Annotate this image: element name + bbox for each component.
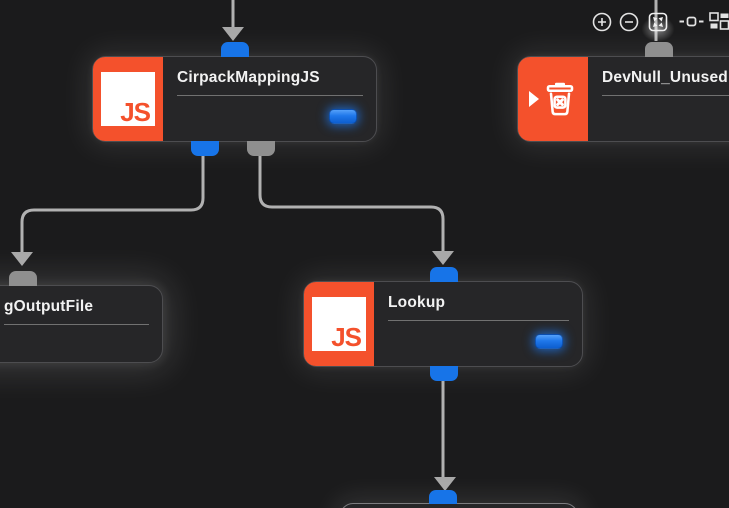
input-port[interactable] [645,42,673,57]
node-output-file[interactable]: gOutputFile [0,271,163,363]
zoom-to-fit-button[interactable] [644,8,671,35]
js-logo-text: JS [331,322,362,352]
layout-grid-button[interactable] [705,8,729,35]
pipeline-canvas[interactable]: JS CirpackMappingJS DevNull_UnusedE gOut… [0,0,729,508]
output-port-secondary[interactable] [247,141,275,156]
zoom-out-button[interactable] [615,8,642,35]
js-logo-icon: JS [101,72,155,126]
output-port[interactable] [191,141,219,156]
javascript-transform-icon: JS [304,282,374,366]
node-title: Lookup [388,294,569,321]
play-arrow-icon [528,91,539,107]
zoom-in-button[interactable] [588,8,615,35]
node-partial-bottom[interactable] [340,490,578,508]
layout-grid-icon [708,12,729,30]
zoom-100-button[interactable] [677,8,704,35]
input-port[interactable] [221,42,249,57]
output-port[interactable] [430,366,458,381]
node-title: CirpackMappingJS [177,69,363,96]
trash-delete-icon [546,82,573,116]
devnull-transform-icon [518,57,588,141]
node-devnull-unused[interactable]: DevNull_UnusedE [517,42,729,142]
node-title: DevNull_UnusedE [602,69,729,96]
js-logo-icon: JS [312,297,366,351]
node-cirpack-mapping-js[interactable]: JS CirpackMappingJS [92,42,377,156]
input-port[interactable] [429,490,457,504]
input-port[interactable] [430,267,458,282]
node-lookup[interactable]: JS Lookup [303,267,583,381]
javascript-transform-icon: JS [93,57,163,141]
input-port[interactable] [9,271,37,286]
node-title: gOutputFile [4,298,149,325]
data-indicator[interactable] [329,109,357,124]
zoom-in-icon [592,12,611,31]
js-logo-text: JS [120,97,151,127]
zoom-100-icon [679,16,703,26]
zoom-to-fit-icon [648,12,667,31]
data-indicator[interactable] [535,334,563,349]
zoom-out-icon [619,12,638,31]
